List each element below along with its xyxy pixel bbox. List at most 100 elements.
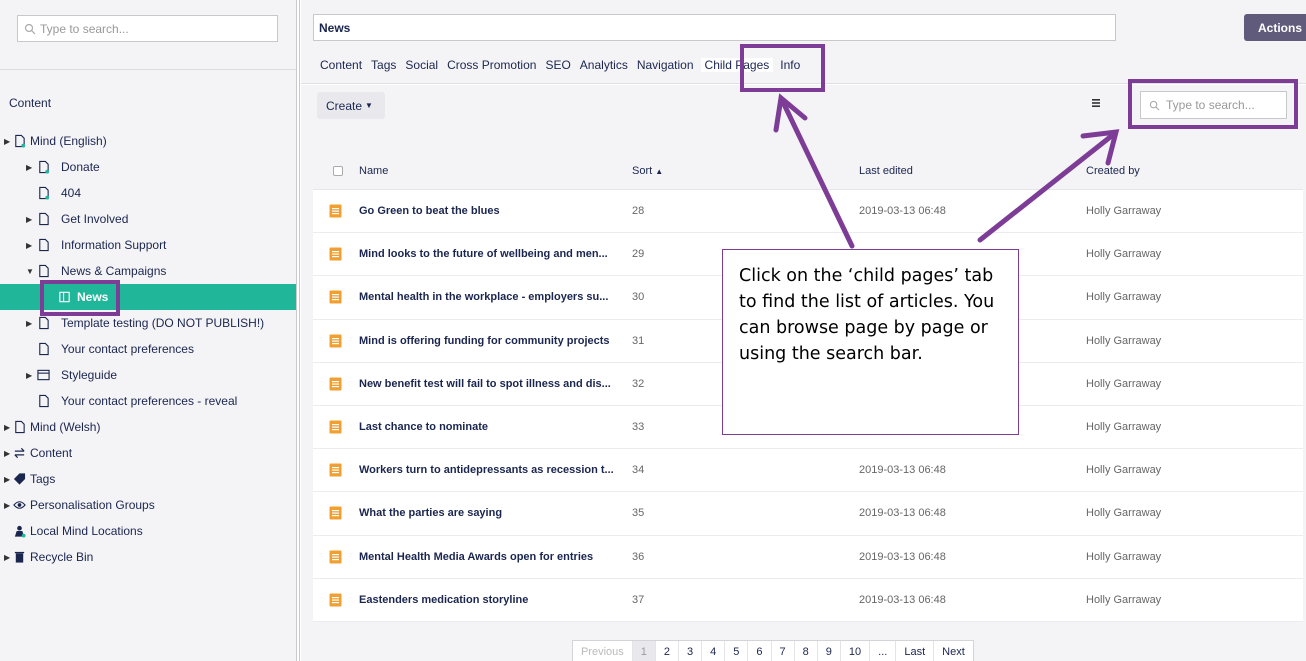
tree-node-label: Personalisation Groups	[30, 498, 155, 512]
table-row[interactable]: Go Green to beat the blues 28 2019-03-13 0…	[313, 190, 1303, 234]
caret-right-icon[interactable]: ▶	[4, 475, 10, 484]
tree-node[interactable]: ▶ Styleguide	[0, 362, 296, 388]
tab-content[interactable]: Content	[320, 58, 362, 72]
row-name[interactable]: Mental Health Media Awards open for entr…	[359, 551, 593, 563]
eye-icon	[12, 498, 26, 512]
row-name[interactable]: Eastenders medication storyline	[359, 594, 528, 606]
caret-right-icon[interactable]: ▶	[26, 241, 32, 250]
caret-down-icon: ▼	[365, 101, 373, 110]
sidebar-search-input[interactable]	[40, 21, 260, 36]
caret-down-icon[interactable]: ▼	[26, 267, 34, 276]
create-label: Create	[326, 98, 363, 113]
tree-node[interactable]: Your contact preferences	[0, 336, 296, 362]
tree-node[interactable]: ▶ Personalisation Groups	[0, 492, 296, 518]
row-created-by: Holly Garraway	[1086, 593, 1162, 606]
tree-node[interactable]: ▶ Mind (English)	[0, 128, 296, 154]
column-header-name[interactable]: Name	[359, 165, 388, 177]
pagination-page[interactable]: 5	[725, 641, 749, 661]
tab-navigation[interactable]: Navigation	[637, 58, 694, 72]
highlight-search-bar	[1128, 79, 1298, 129]
caret-right-icon[interactable]: ▶	[26, 163, 32, 172]
panel-splitter[interactable]	[296, 0, 300, 661]
document-icon	[329, 377, 342, 391]
location-icon	[12, 524, 26, 538]
table-row[interactable]: Mental Health Media Awards open for entr…	[313, 536, 1303, 579]
pagination-page[interactable]: 7	[772, 641, 795, 661]
actions-button[interactable]: Actions▼	[1244, 14, 1306, 41]
pagination-page[interactable]: ...	[870, 641, 897, 661]
tab-analytics[interactable]: Analytics	[580, 58, 628, 72]
doc-icon	[12, 420, 26, 434]
tree-node[interactable]: ▶ Content	[0, 440, 296, 466]
document-icon	[329, 334, 342, 348]
tab-tags[interactable]: Tags	[371, 58, 396, 72]
sidebar-search[interactable]	[17, 15, 278, 42]
create-button[interactable]: Create ▼	[317, 92, 385, 119]
tree-node[interactable]: ▶ Information Support	[0, 232, 296, 258]
caret-right-icon[interactable]: ▶	[4, 423, 10, 432]
sidebar: Content ▶ Mind (English) ▶ Donate 404 ▶ Get In…	[0, 0, 296, 661]
table-row[interactable]: Eastenders medication storyline 37 2019-03…	[313, 579, 1303, 622]
tree-node[interactable]: Local Mind Locations	[0, 518, 296, 544]
row-name[interactable]: Workers turn to antidepressants as reces…	[359, 464, 614, 476]
actions-label: Actions	[1258, 20, 1303, 35]
caret-right-icon[interactable]: ▶	[4, 553, 10, 562]
tree-node[interactable]: ▶ Tags	[0, 466, 296, 492]
column-header-created-by[interactable]: Created by	[1086, 165, 1140, 177]
column-header-sort-label: Sort	[632, 165, 653, 177]
pagination-page[interactable]: 1	[632, 641, 656, 661]
row-name[interactable]: Last chance to nominate	[359, 421, 488, 433]
pagination-page[interactable]: 2	[656, 641, 680, 661]
row-name[interactable]: New benefit test will fail to spot illne…	[359, 378, 611, 390]
caret-right-icon[interactable]: ▶	[4, 137, 10, 146]
row-name[interactable]: Mind looks to the future of wellbeing an…	[359, 248, 608, 260]
column-header-sort[interactable]: Sort ▲	[632, 165, 663, 177]
select-all-checkbox[interactable]	[333, 166, 343, 176]
caret-right-icon[interactable]: ▶	[26, 215, 32, 224]
pagination-page[interactable]: 9	[818, 641, 841, 661]
document-icon	[329, 593, 342, 607]
sidebar-divider	[0, 69, 296, 70]
table-row[interactable]: What the parties are saying 35 2019-03-13 …	[313, 492, 1303, 536]
pagination-page[interactable]: 8	[795, 641, 818, 661]
pagination-last[interactable]: Last	[896, 641, 935, 661]
search-icon	[24, 23, 36, 34]
caret-right-icon[interactable]: ▶	[26, 319, 32, 328]
caret-right-icon[interactable]: ▶	[26, 371, 32, 380]
row-last-edited: 2019-03-13 06:48	[859, 205, 946, 218]
pagination-previous[interactable]: Previous	[573, 641, 633, 661]
tree-node[interactable]: 404	[0, 180, 296, 206]
row-name[interactable]: Mind is offering funding for community p…	[359, 335, 610, 347]
tab-seo[interactable]: SEO	[545, 58, 570, 72]
doc-icon	[36, 238, 50, 252]
pagination-page[interactable]: 4	[702, 641, 726, 661]
tab-social[interactable]: Social	[405, 58, 438, 72]
table-row[interactable]: Workers turn to antidepressants as reces…	[313, 449, 1303, 493]
highlight-news-node	[40, 280, 120, 316]
pagination-next[interactable]: Next	[934, 641, 973, 661]
list-view-icon[interactable]	[1091, 98, 1101, 108]
pagination-page[interactable]: 3	[679, 641, 703, 661]
document-icon	[329, 463, 342, 477]
tree-node-label: Local Mind Locations	[30, 524, 143, 538]
doc-green-icon	[36, 160, 50, 174]
pagination-page[interactable]: 10	[841, 641, 871, 661]
doc-icon	[36, 394, 50, 408]
caret-right-icon[interactable]: ▶	[4, 501, 10, 510]
column-header-last-edited[interactable]: Last edited	[859, 165, 913, 177]
row-name[interactable]: What the parties are saying	[359, 507, 502, 519]
caret-right-icon[interactable]: ▶	[4, 449, 10, 458]
tree-node[interactable]: Your contact preferences - reveal	[0, 388, 296, 414]
row-created-by: Holly Garraway	[1086, 291, 1162, 304]
tree-node[interactable]: ▶ Donate	[0, 154, 296, 180]
tree-node-label: Get Involved	[61, 212, 129, 226]
tree-node[interactable]: ▶ Mind (Welsh)	[0, 414, 296, 440]
tree-node[interactable]: ▶ Recycle Bin	[0, 544, 296, 570]
row-sort: 36	[632, 550, 645, 563]
pagination-page[interactable]: 6	[748, 641, 772, 661]
tab-cross-promotion[interactable]: Cross Promotion	[447, 58, 536, 72]
tree-node[interactable]: ▶ Get Involved	[0, 206, 296, 232]
row-name[interactable]: Go Green to beat the blues	[359, 205, 500, 217]
row-name[interactable]: Mental health in the workplace - employe…	[359, 291, 608, 303]
page-name-field[interactable]: News	[313, 14, 1116, 41]
